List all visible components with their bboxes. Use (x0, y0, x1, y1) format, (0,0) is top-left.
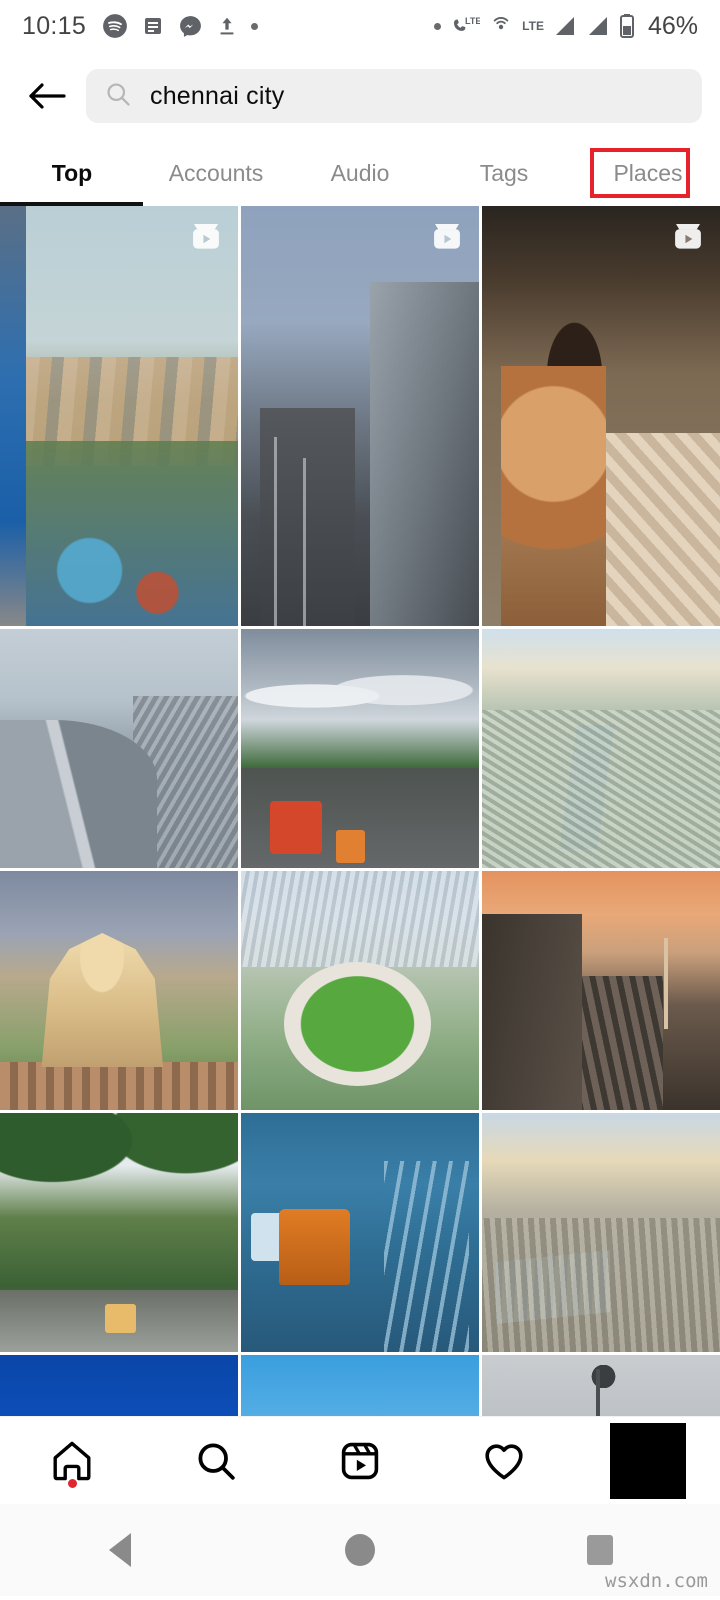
back-button[interactable] (18, 67, 76, 125)
hotspot-icon (489, 14, 513, 38)
reel-icon (434, 224, 460, 249)
avatar[interactable] (610, 1422, 686, 1499)
back-triangle-icon (109, 1533, 131, 1567)
grid-cell-reel[interactable] (241, 206, 479, 626)
grid-cell-photo[interactable] (482, 1113, 720, 1352)
recents-square-icon (587, 1535, 613, 1565)
nav-item-activity[interactable] (432, 1417, 576, 1504)
tab-label: Places (613, 159, 683, 186)
nav-item-search[interactable] (144, 1417, 288, 1504)
grid-row (0, 1113, 720, 1352)
tab-label: Top (51, 159, 93, 186)
grid-row (0, 871, 720, 1110)
upload-icon (216, 14, 238, 38)
phone-lte-icon: LTE (450, 14, 480, 38)
android-home-button[interactable] (240, 1534, 480, 1566)
bottom-navigation-bar (0, 1416, 720, 1504)
grid-cell-reel[interactable] (482, 206, 720, 626)
status-bar-notification-icons (102, 13, 259, 39)
signal-bars-1-icon (553, 15, 577, 37)
grid-cell-photo[interactable] (482, 871, 720, 1110)
dot-icon (251, 22, 259, 30)
search-icon (104, 80, 132, 113)
grid-row (0, 629, 720, 868)
grid-cell-photo[interactable] (241, 1113, 479, 1352)
grid-row (0, 206, 720, 626)
heart-icon (485, 1443, 523, 1479)
signal-bars-2-icon (586, 15, 610, 37)
grid-cell-photo[interactable] (241, 629, 479, 868)
nav-item-home[interactable] (0, 1417, 144, 1504)
tab-audio[interactable]: Audio (288, 140, 432, 206)
tab-accounts[interactable]: Accounts (144, 140, 288, 206)
back-arrow-icon (29, 83, 66, 109)
grid-cell-photo[interactable] (0, 629, 238, 868)
grid-cell-photo[interactable] (241, 871, 479, 1110)
tab-tags[interactable]: Tags (432, 140, 576, 206)
search-icon (198, 1443, 235, 1480)
search-results-grid[interactable] (0, 206, 720, 1416)
tab-top[interactable]: Top (0, 140, 144, 206)
watermark: wsxdn.com (605, 1570, 708, 1592)
tab-label: Audio (330, 159, 390, 186)
android-recents-button[interactable] (480, 1535, 720, 1565)
grid-row (0, 1355, 720, 1416)
grid-cell-photo[interactable] (0, 1113, 238, 1352)
search-input[interactable]: chennai city (86, 69, 702, 123)
search-tabs: Top Accounts Audio Tags Places (0, 140, 720, 206)
nav-item-profile[interactable] (576, 1417, 720, 1504)
battery-icon (619, 13, 635, 39)
messenger-icon (178, 14, 203, 39)
android-back-button[interactable] (0, 1533, 240, 1567)
search-input-value: chennai city (150, 81, 285, 110)
status-bar: 10:15 LTE LTE 46% (0, 0, 720, 52)
grid-cell-reel[interactable] (0, 206, 238, 626)
home-circle-icon (345, 1534, 375, 1566)
android-navigation-bar: wsxdn.com (0, 1504, 720, 1596)
grid-cell-photo[interactable] (0, 1355, 238, 1416)
reels-icon (341, 1442, 379, 1479)
grid-cell-photo[interactable] (0, 871, 238, 1110)
tab-label: Accounts (168, 159, 264, 186)
search-header: chennai city (0, 52, 720, 140)
battery-percent-label: 46% (647, 11, 698, 40)
dot-icon (434, 22, 442, 30)
status-bar-time: 10:15 (22, 11, 87, 40)
tab-label: Tags (479, 159, 529, 186)
svg-text:LTE: LTE (465, 16, 480, 26)
tab-places[interactable]: Places (576, 140, 720, 206)
lte-label: LTE (522, 19, 544, 33)
spotify-icon (102, 13, 128, 39)
grid-cell-photo[interactable] (482, 629, 720, 868)
reel-icon (193, 224, 219, 249)
home-icon (53, 1441, 91, 1480)
grid-cell-photo[interactable] (241, 1355, 479, 1416)
notes-icon (141, 14, 165, 38)
home-notification-badge (68, 1479, 77, 1488)
reel-icon (675, 224, 701, 249)
nav-item-reels[interactable] (288, 1417, 432, 1504)
grid-cell-photo[interactable] (482, 1355, 720, 1416)
status-bar-system-icons: LTE LTE 46% (434, 12, 698, 41)
